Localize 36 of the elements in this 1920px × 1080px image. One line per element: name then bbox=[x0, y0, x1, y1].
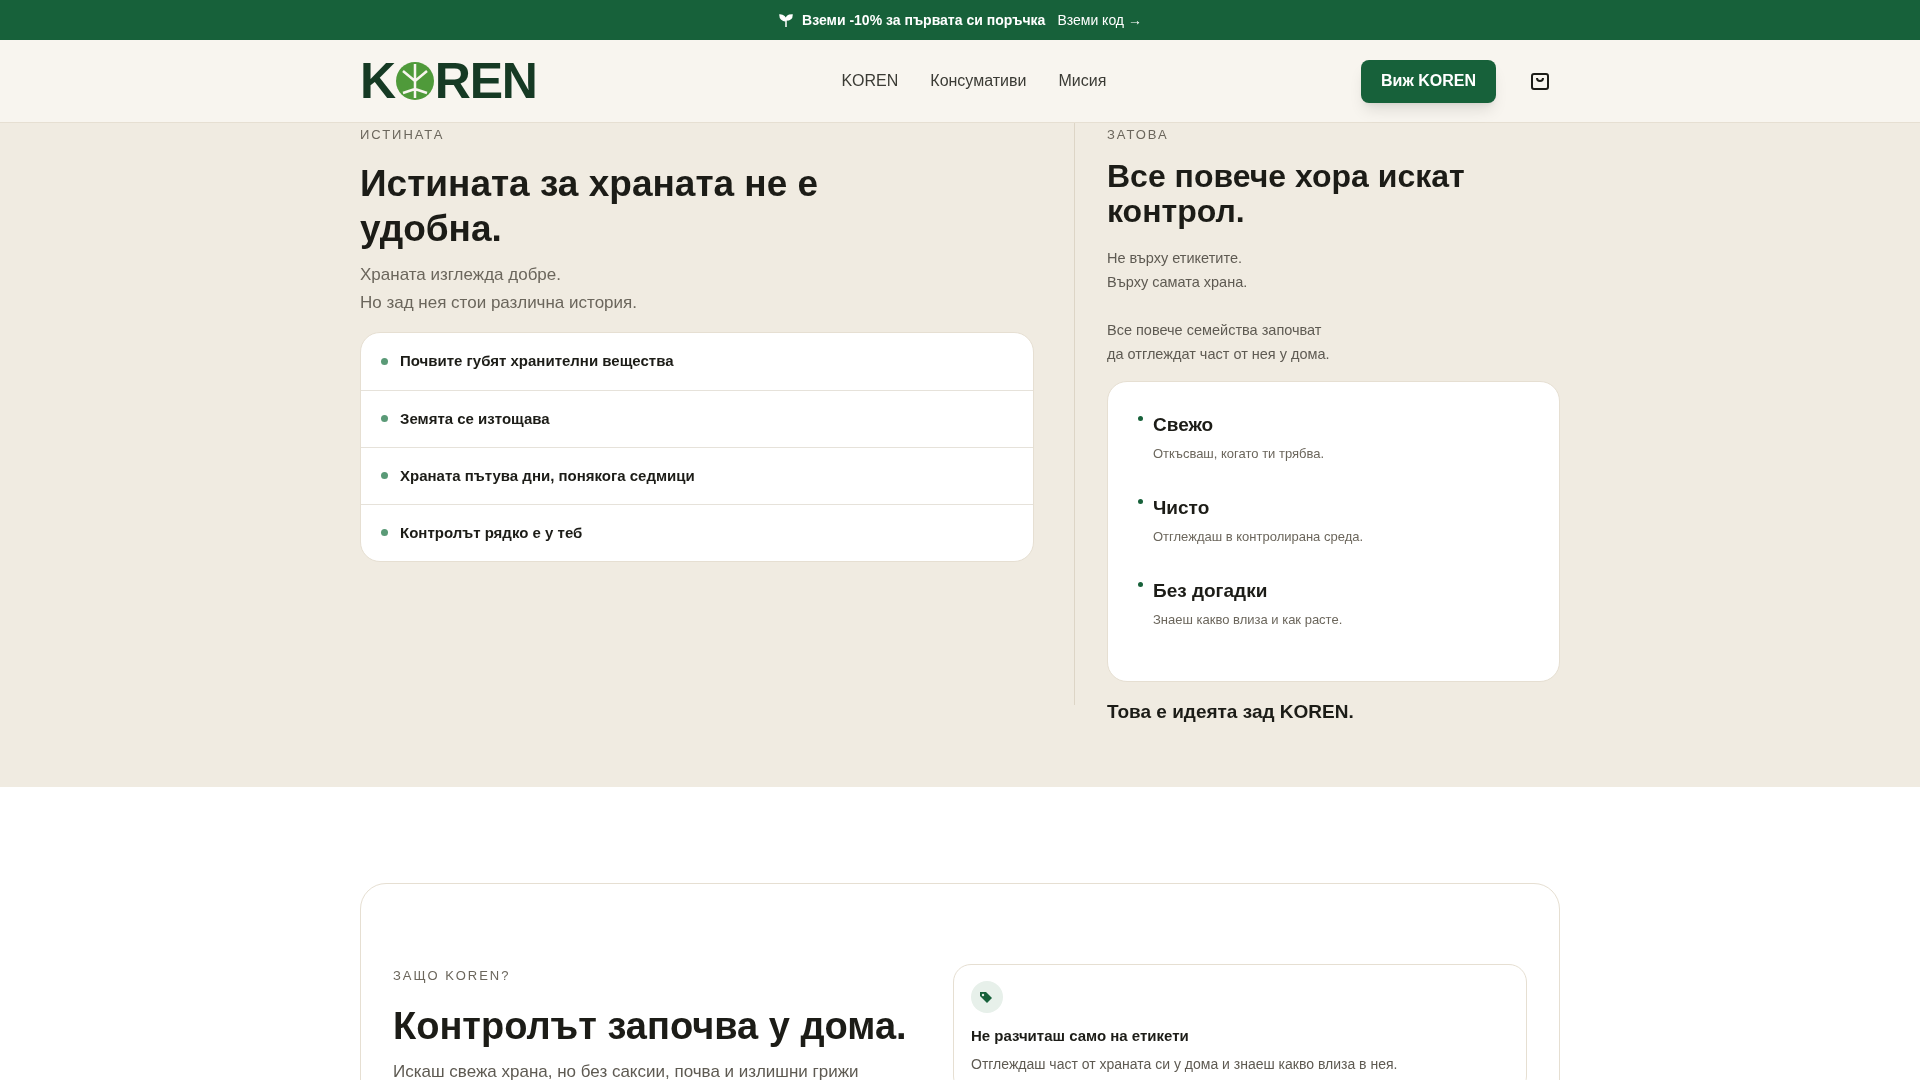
closing-text: Това е идеята зад KOREN. bbox=[1107, 700, 1355, 725]
tag-icon bbox=[971, 981, 1003, 1013]
feature-text: Отглеждаш част от храната си у дома и знаеш какво влиза в нея. bbox=[971, 1054, 1399, 1074]
body-text: Искаш свежа храна, но без саксии, почва и излишни грижи bbox=[393, 1061, 860, 1080]
eyebrow-text: ИСТИНАТА bbox=[360, 126, 446, 144]
eyebrow-text: ЗАТОВА bbox=[1107, 126, 1170, 144]
sprout-icon bbox=[778, 12, 795, 28]
body-text: да отглеждат част от нея у дома. bbox=[1107, 345, 1331, 365]
promo-text: Вземи -10% за първата си поръчка bbox=[802, 10, 1046, 30]
leaf-icon bbox=[394, 61, 435, 101]
promo-link[interactable]: Вземи код → bbox=[1057, 9, 1142, 31]
point-title: Свежо bbox=[1153, 413, 1215, 438]
section-heading: Контролът започва у дома. bbox=[393, 1003, 908, 1048]
body-text: Върху самата храна. bbox=[1107, 273, 1249, 293]
cta-button[interactable]: Виж KOREN bbox=[1361, 59, 1496, 103]
nav-link[interactable]: KOREN bbox=[841, 69, 899, 93]
intro-text: Храната изглежда добре. bbox=[360, 263, 562, 286]
intro-text: Но зад нея стои различна история. bbox=[360, 291, 638, 314]
point-title: Чисто bbox=[1153, 496, 1211, 521]
list-item-text: Контролът рядко е у теб bbox=[400, 522, 583, 543]
nav-link[interactable]: Мисия bbox=[1058, 69, 1107, 93]
feature-title: Не разчиташ само на етикети bbox=[971, 1026, 1190, 1046]
body-text: Не върху етикетите. bbox=[1107, 249, 1243, 269]
list-item-text: Земята се изтощава bbox=[400, 408, 550, 429]
list-item-text: Храната пътува дни, понякога седмици bbox=[400, 465, 695, 486]
point-text: Отглеждаш в контролирана среда. bbox=[1153, 528, 1364, 547]
point-title: Без догадки bbox=[1153, 579, 1269, 604]
eyebrow-text: ЗАЩО KOREN? bbox=[393, 967, 512, 985]
point-text: Откъсваш, когато ти трябва. bbox=[1153, 445, 1325, 464]
nav-link[interactable]: Консумативи bbox=[930, 69, 1027, 93]
list-item-text: Почвите губят хранителни вещества bbox=[400, 351, 674, 371]
point-text: Знаеш какво влиза и как расте. bbox=[1153, 611, 1343, 630]
section-heading: Истината за храната не е удобна. bbox=[360, 161, 820, 251]
logo-link[interactable]: K REN bbox=[360, 56, 537, 106]
body-text: Все повече семейства започват bbox=[1107, 321, 1323, 341]
section-heading: Все повече хора искат контрол. bbox=[1107, 158, 1466, 231]
